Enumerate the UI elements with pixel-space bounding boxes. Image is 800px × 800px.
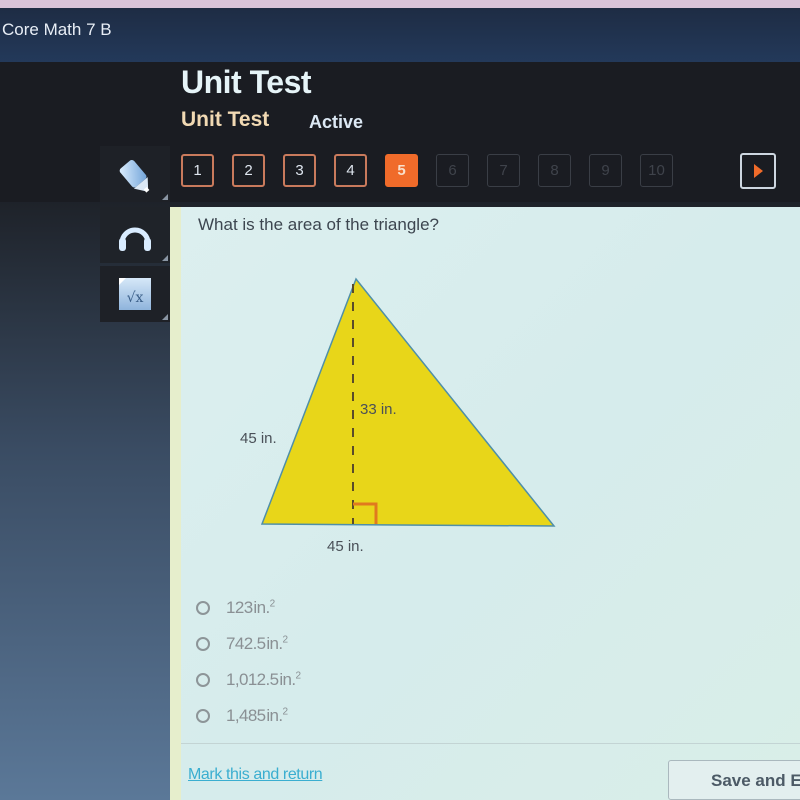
audio-tool-button[interactable]: [100, 207, 170, 263]
answer-text: 123 in.2: [226, 598, 275, 618]
answer-unit: in.: [266, 706, 283, 725]
base-label: 45 in.: [327, 538, 364, 555]
answer-option-1[interactable]: 123 in.2: [196, 590, 300, 626]
answer-exponent: 2: [282, 634, 289, 646]
status-label: Active: [309, 112, 364, 132]
answer-value: 1,485: [226, 706, 266, 725]
answer-option-3[interactable]: 1,012.5 in.2: [196, 662, 302, 698]
headphones-icon: [119, 227, 151, 251]
question-text: What is the area of the triangle?: [198, 215, 439, 234]
pencil-tool-button[interactable]: [100, 146, 170, 202]
question-button-8: 8: [538, 154, 571, 187]
next-question-button[interactable]: [740, 153, 776, 189]
question-button-2[interactable]: 2: [232, 154, 265, 187]
question-number: 7: [499, 162, 508, 179]
save-and-exit-button[interactable]: Save and E: [668, 760, 800, 800]
answer-option-4[interactable]: 1,485 in.2: [196, 698, 300, 734]
height-label: 33 in.: [360, 401, 397, 418]
answer-text: 1,012.5 in.2: [226, 670, 302, 690]
tool-corner-indicator: [162, 255, 168, 261]
calculator-tool-button[interactable]: √x: [100, 266, 170, 322]
radio-button[interactable]: [196, 709, 210, 723]
question-button-4[interactable]: 4: [334, 154, 367, 187]
answer-value: 1,012.5: [226, 670, 279, 689]
question-number: 8: [550, 162, 559, 179]
tool-corner-indicator: [162, 194, 168, 200]
answer-unit: in.: [266, 634, 283, 653]
answer-value: 742.5: [226, 634, 266, 653]
question-button-1[interactable]: 1: [181, 154, 214, 187]
play-right-icon: [753, 164, 763, 178]
radio-button[interactable]: [196, 673, 210, 687]
question-number: 1: [193, 162, 202, 179]
triangle-shape: [260, 277, 556, 527]
answer-text: 1,485 in.2: [226, 706, 288, 726]
footer-divider: [181, 743, 800, 744]
radio-button[interactable]: [196, 601, 210, 615]
answer-exponent: 2: [282, 706, 289, 718]
question-button-10: 10: [640, 154, 673, 187]
question-number: 4: [346, 162, 355, 179]
question-button-7: 7: [487, 154, 520, 187]
svg-text:√x: √x: [127, 290, 144, 306]
radio-button[interactable]: [196, 637, 210, 651]
question-number: 10: [648, 162, 665, 179]
course-bar: [0, 8, 800, 62]
question-button-6: 6: [436, 154, 469, 187]
window-top-strip: [0, 0, 800, 8]
page-title: Unit Test: [181, 64, 312, 100]
content-edge: [170, 207, 181, 800]
answer-unit: in.: [253, 598, 270, 617]
activity-subtitle: Unit Test: [181, 108, 270, 131]
answer-exponent: 2: [295, 670, 302, 682]
question-number: 6: [448, 162, 457, 179]
question-number: 5: [397, 162, 406, 179]
question-number: 3: [295, 162, 304, 179]
triangle-diagram: [260, 277, 556, 527]
answer-option-2[interactable]: 742.5 in.2: [196, 626, 300, 662]
answer-unit: in.: [279, 670, 296, 689]
answer-exponent: 2: [269, 598, 276, 610]
course-title: Core Math 7 B: [2, 20, 112, 39]
question-button-3[interactable]: 3: [283, 154, 316, 187]
answer-choices: 123 in.2 742.5 in.2 1,012.5 in.2 1,485 i…: [196, 590, 302, 734]
tool-corner-indicator: [162, 314, 168, 320]
question-number: 9: [601, 162, 610, 179]
answer-text: 742.5 in.2: [226, 634, 288, 654]
question-navigation: 1 2 3 4 5 6 7 8 9 10: [181, 154, 673, 188]
math-sqrt-icon: √x: [119, 278, 151, 310]
question-button-9: 9: [589, 154, 622, 187]
question-number: 2: [244, 162, 253, 179]
question-button-5[interactable]: 5: [385, 154, 418, 187]
answer-value: 123: [226, 598, 253, 617]
mark-and-return-link[interactable]: Mark this and return: [188, 766, 323, 784]
pencil-icon: [119, 159, 150, 193]
triangle-figure: 33 in. 45 in. 45 in.: [230, 270, 570, 570]
side-label: 45 in.: [240, 430, 277, 447]
